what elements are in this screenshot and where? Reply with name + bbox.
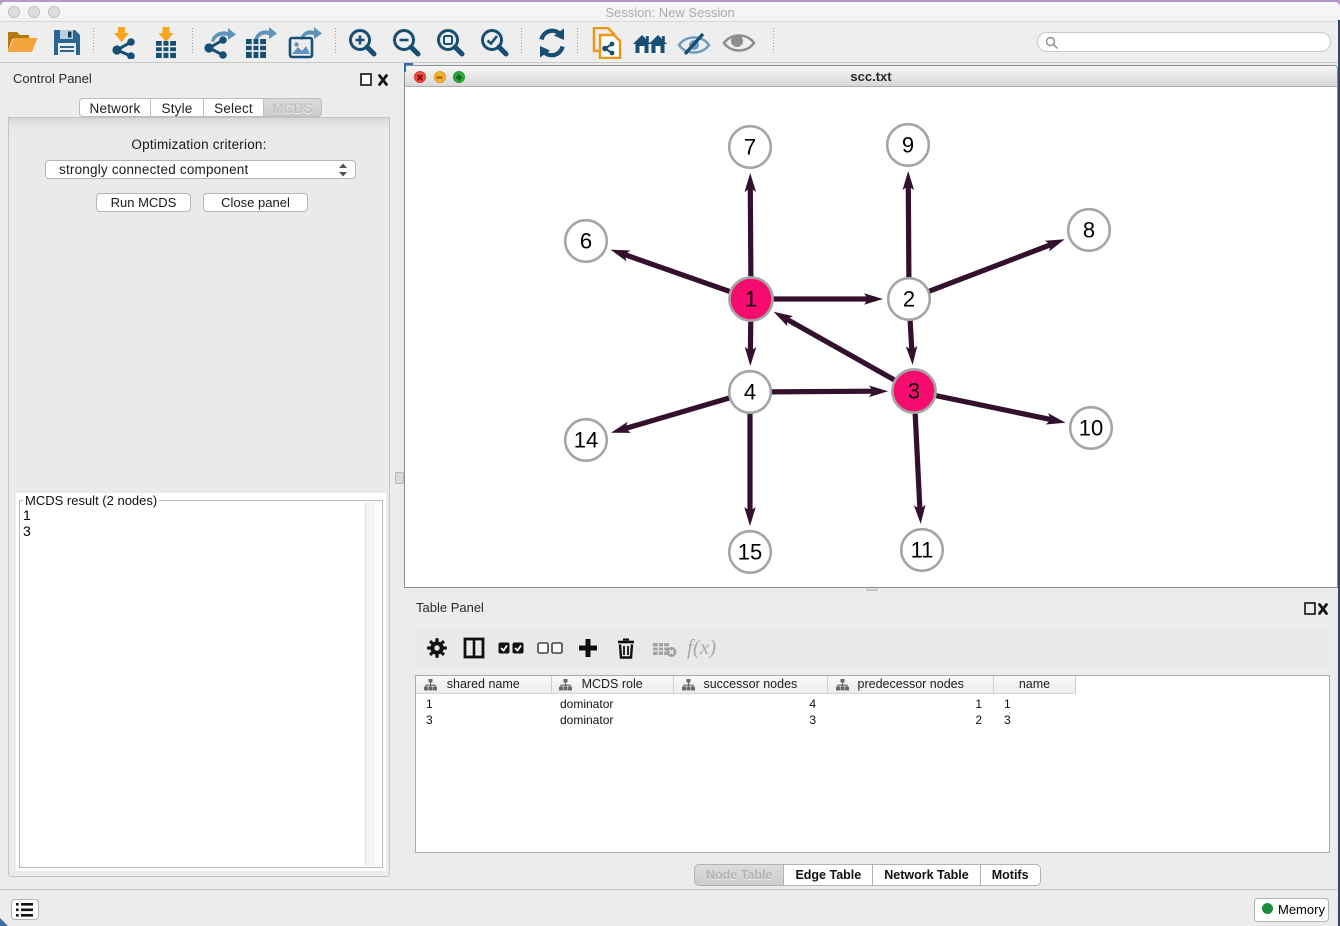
svg-text:7: 7 (744, 135, 756, 160)
svg-text:4: 4 (744, 380, 756, 405)
svg-text:3: 3 (908, 379, 920, 404)
svg-text:f(x): f(x) (687, 635, 716, 659)
svg-text:11: 11 (911, 538, 934, 563)
svg-text:9: 9 (902, 133, 914, 158)
svg-text:2: 2 (903, 287, 915, 312)
svg-text:8: 8 (1083, 218, 1095, 243)
svg-text:10: 10 (1079, 416, 1103, 441)
svg-text:1: 1 (745, 287, 757, 312)
svg-text:15: 15 (738, 540, 762, 565)
svg-text:6: 6 (580, 229, 592, 254)
svg-text:14: 14 (574, 428, 598, 453)
